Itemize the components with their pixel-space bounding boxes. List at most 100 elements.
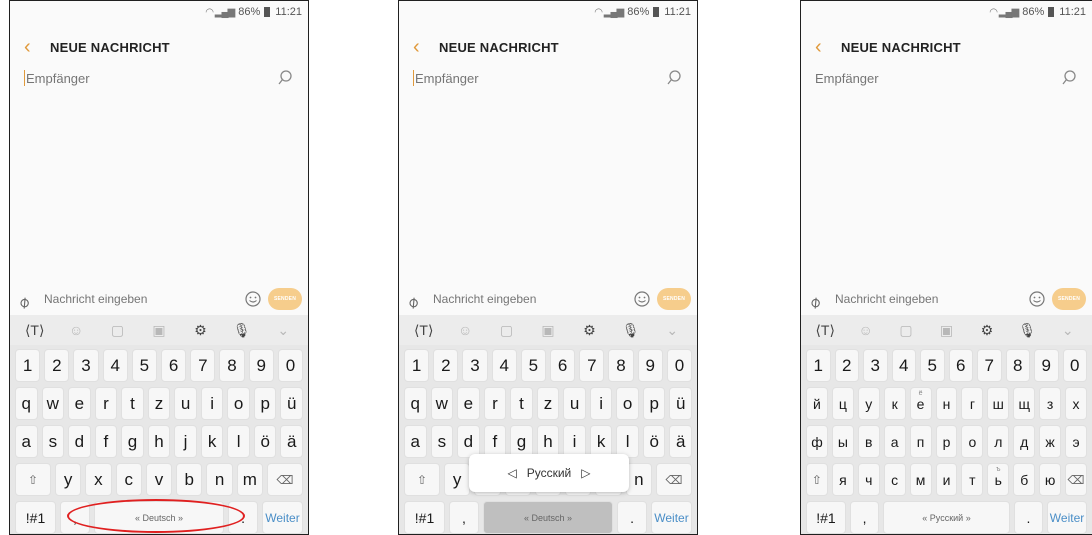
key[interactable]: 7 (977, 349, 1002, 382)
key[interactable]: v (145, 463, 173, 496)
key[interactable]: 5 (920, 349, 945, 382)
key[interactable]: 2 (834, 349, 859, 382)
key[interactable]: h (147, 425, 171, 458)
key[interactable]: ä (669, 425, 693, 458)
key[interactable]: d (68, 425, 91, 458)
symbols-key[interactable]: !#1 (806, 501, 846, 534)
key[interactable]: w (430, 387, 454, 420)
emoji-icon[interactable] (633, 290, 651, 308)
key[interactable]: e (457, 387, 480, 420)
collapse-icon[interactable]: ⌄ (662, 320, 682, 340)
key[interactable]: х (1065, 387, 1087, 420)
gif-icon[interactable]: ▣ (149, 320, 169, 340)
settings-icon[interactable]: ⚙ (977, 320, 997, 340)
mic-icon[interactable]: 🎙 (621, 320, 641, 340)
emoji-icon[interactable]: ☺ (455, 320, 475, 340)
shift-key[interactable]: ⇧ (404, 463, 440, 496)
key[interactable]: ч (857, 463, 880, 496)
shift-key[interactable]: ⇧ (806, 463, 828, 496)
key[interactable]: z (147, 387, 171, 420)
comma-key[interactable]: , (849, 501, 880, 534)
enter-key[interactable]: Weiter (650, 501, 692, 534)
back-icon[interactable]: ‹ (24, 37, 50, 57)
key[interactable]: 9 (248, 349, 274, 382)
key[interactable]: 4 (491, 349, 517, 382)
recipient-input[interactable] (815, 70, 1035, 86)
emoji-icon[interactable]: ☺ (66, 320, 86, 340)
key[interactable]: ёе (909, 387, 932, 420)
key[interactable]: p (642, 387, 666, 420)
key[interactable]: y (444, 463, 471, 496)
space-key[interactable]: « Deutsch » (482, 501, 614, 534)
key[interactable]: о (961, 425, 984, 458)
key[interactable]: у (857, 387, 880, 420)
key[interactable]: ы (831, 425, 854, 458)
send-button[interactable]: SENDEN (657, 288, 691, 310)
send-button[interactable]: SENDEN (1052, 288, 1086, 310)
translate-icon[interactable]: ⟨T⟩ (25, 320, 45, 340)
enter-key[interactable]: Weiter (261, 501, 303, 534)
sticker-icon[interactable]: ▢ (497, 320, 517, 340)
key[interactable]: m (236, 463, 263, 496)
key[interactable]: o (227, 387, 250, 420)
sticker-icon[interactable]: ▢ (896, 320, 916, 340)
key[interactable]: з (1039, 387, 1062, 420)
key[interactable]: o (616, 387, 639, 420)
translate-icon[interactable]: ⟨T⟩ (414, 320, 434, 340)
key[interactable]: z (536, 387, 560, 420)
space-key[interactable]: « Русский » (883, 501, 1010, 534)
key[interactable]: м (909, 463, 932, 496)
key[interactable]: ü (280, 387, 304, 420)
key[interactable]: 3 (462, 349, 488, 382)
key[interactable]: и (935, 463, 958, 496)
key[interactable]: 8 (219, 349, 245, 382)
back-icon[interactable]: ‹ (413, 37, 439, 57)
key[interactable]: 6 (550, 349, 576, 382)
enter-key[interactable]: Weiter (1047, 501, 1087, 534)
key[interactable]: i (200, 387, 224, 420)
key[interactable]: 5 (520, 349, 547, 382)
key[interactable]: щ (1013, 387, 1036, 420)
recipient-input[interactable] (415, 70, 635, 86)
backspace-key[interactable]: ⌫ (1065, 463, 1087, 496)
key[interactable]: 0 (666, 349, 693, 382)
key[interactable]: 9 (637, 349, 663, 382)
key[interactable]: ъь (987, 463, 1010, 496)
key[interactable]: 1 (806, 349, 831, 382)
translate-icon[interactable]: ⟨T⟩ (815, 320, 835, 340)
key[interactable]: j (174, 425, 197, 458)
key[interactable]: 1 (15, 349, 41, 382)
key[interactable]: э (1065, 425, 1087, 458)
key[interactable]: 8 (608, 349, 634, 382)
key[interactable]: ä (280, 425, 304, 458)
sticker-icon[interactable]: ▢ (108, 320, 128, 340)
key[interactable]: 3 (863, 349, 888, 382)
key[interactable]: ж (1039, 425, 1062, 458)
key[interactable]: c (115, 463, 142, 496)
key[interactable]: n (206, 463, 233, 496)
key[interactable]: ф (806, 425, 828, 458)
key[interactable]: 8 (1005, 349, 1030, 382)
key[interactable]: 6 (161, 349, 187, 382)
contact-search-icon[interactable] (276, 69, 294, 87)
backspace-key[interactable]: ⌫ (655, 463, 692, 496)
period-key[interactable]: . (1013, 501, 1044, 534)
gif-icon[interactable]: ▣ (936, 320, 956, 340)
key[interactable]: g (121, 425, 144, 458)
key[interactable]: я (831, 463, 854, 496)
attach-icon[interactable]: ⌀ (805, 285, 833, 313)
attach-icon[interactable]: ⌀ (403, 285, 431, 313)
key[interactable]: 1 (404, 349, 430, 382)
key[interactable]: f (94, 425, 118, 458)
mic-icon[interactable]: 🎙 (232, 320, 252, 340)
key[interactable]: 7 (190, 349, 216, 382)
key[interactable]: r (483, 387, 507, 420)
key[interactable]: e (68, 387, 91, 420)
symbols-key[interactable]: !#1 (404, 501, 446, 534)
key[interactable]: ö (642, 425, 666, 458)
key[interactable]: п (909, 425, 932, 458)
key[interactable]: u (174, 387, 197, 420)
key[interactable]: т (961, 463, 984, 496)
shift-key[interactable]: ⇧ (15, 463, 51, 496)
key[interactable]: 3 (73, 349, 99, 382)
